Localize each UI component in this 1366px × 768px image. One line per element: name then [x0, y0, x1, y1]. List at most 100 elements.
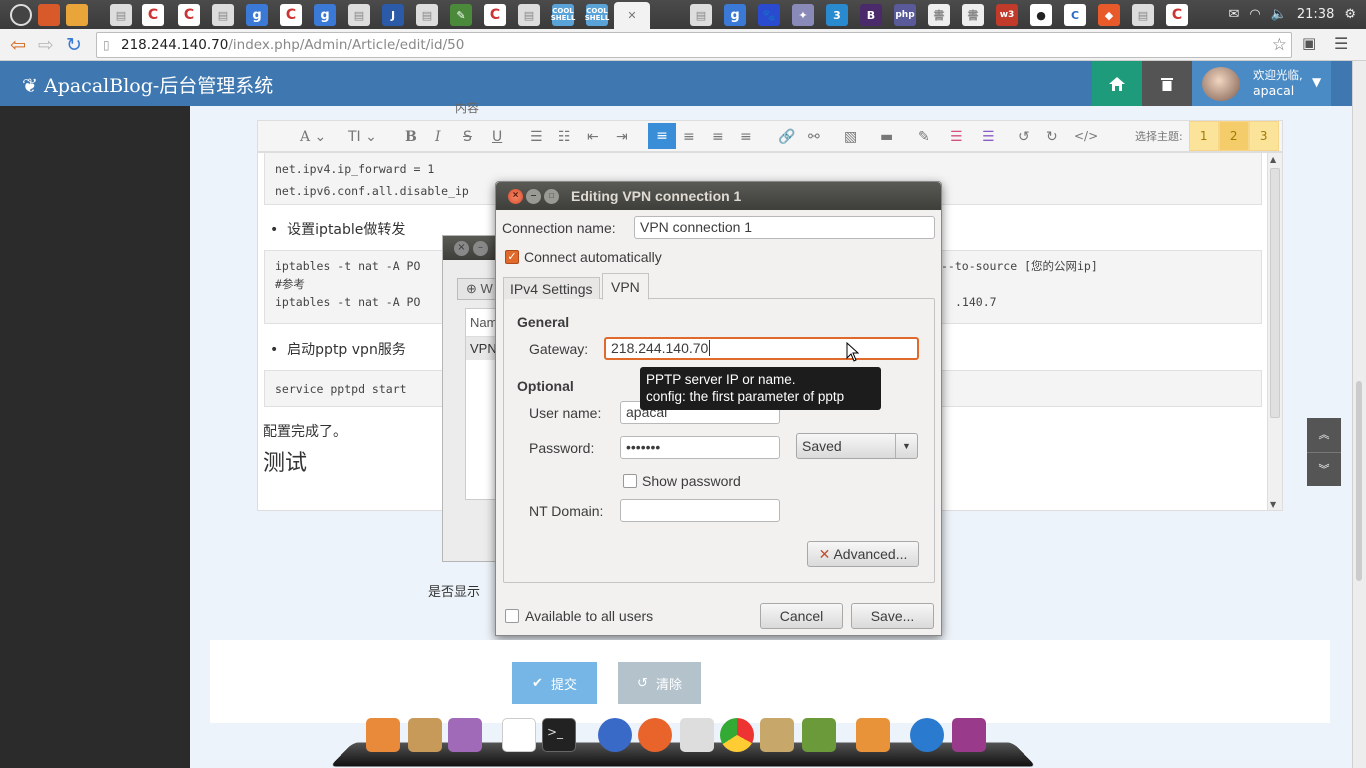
underline-icon[interactable]: U [492, 129, 502, 145]
outdent-icon[interactable]: ⇤ [587, 129, 599, 145]
browser-tab[interactable]: ● [1030, 4, 1052, 26]
browser-tab[interactable]: 書 [962, 4, 984, 26]
strikethrough-icon[interactable]: S [463, 129, 472, 145]
user-menu[interactable]: 欢迎光临, apacal ▼ [1192, 61, 1331, 106]
brand-logo[interactable]: ❦ ApacalBlog-后台管理系统 [22, 71, 273, 98]
browser-tab[interactable]: ✎ [450, 4, 472, 26]
advanced-button[interactable]: ✕ Advanced... [807, 541, 919, 567]
browser-tab[interactable]: C [178, 4, 200, 26]
notes-icon[interactable] [802, 718, 836, 752]
connect-automatically-label[interactable]: Connect automatically [524, 249, 662, 265]
theme-option-3[interactable]: 3 [1248, 121, 1279, 151]
theme-option-2[interactable]: 2 [1218, 121, 1249, 151]
browser-tab[interactable]: ▤ [1132, 4, 1154, 26]
source-code-icon[interactable]: </> [1074, 129, 1098, 143]
files-icon[interactable] [66, 4, 88, 26]
unlink-icon[interactable]: ⚯ [808, 129, 820, 145]
browser-tab[interactable]: 書 [928, 4, 950, 26]
password-mode-select[interactable]: Saved ▼ [796, 433, 918, 459]
bold-icon[interactable]: B [405, 129, 417, 145]
minimize-icon[interactable]: – [526, 189, 541, 204]
home-button[interactable] [1092, 61, 1142, 106]
app-launcher-icon[interactable] [38, 4, 60, 26]
firefox-icon[interactable] [638, 718, 672, 752]
edit-icon[interactable]: ✎ [918, 129, 930, 145]
browser-tab[interactable]: ▤ [212, 4, 234, 26]
browser-tab[interactable]: C [280, 4, 302, 26]
undo-icon[interactable]: ↺ [1018, 129, 1030, 145]
gateway-field[interactable]: 218.244.140.70 [604, 337, 919, 360]
page-scrollbar[interactable] [1352, 61, 1366, 768]
browser-tab[interactable]: C [484, 4, 506, 26]
menu-icon[interactable]: ☰ [1334, 34, 1348, 53]
browser-tab[interactable]: ◆ [1098, 4, 1120, 26]
accessibility-icon[interactable] [910, 718, 944, 752]
scroll-down-icon[interactable]: ▼ [1270, 500, 1276, 509]
url-input[interactable]: ▯ 218.244.140.70/index.php/Admin/Article… [96, 32, 1292, 58]
all-users-checkbox[interactable] [505, 609, 519, 623]
link-icon[interactable]: 🔗 [778, 129, 795, 145]
browser-tab[interactable]: COOL SHELL [585, 4, 609, 26]
align-right-icon[interactable]: ≡ [712, 129, 724, 145]
submit-button[interactable]: ✔ 提交 [512, 662, 597, 704]
thunderbird-icon[interactable] [598, 718, 632, 752]
ubuntu-logo-icon[interactable] [10, 4, 32, 26]
chrome-icon[interactable] [720, 718, 754, 752]
browser-tab[interactable]: 🐾 [758, 4, 780, 26]
browser-tab[interactable]: ▤ [690, 4, 712, 26]
reload-icon[interactable]: ↻ [66, 34, 82, 56]
cancel-button[interactable]: Cancel [760, 603, 843, 629]
maximize-icon[interactable]: □ [544, 189, 559, 204]
minimize-icon[interactable]: – [473, 241, 488, 256]
scroll-bottom-icon[interactable]: ︾ [1307, 452, 1341, 486]
browser-tab[interactable]: g [314, 4, 336, 26]
align-justify-icon[interactable]: ≡ [740, 129, 752, 145]
indent-icon[interactable]: ⇥ [616, 129, 628, 145]
browser-tab[interactable]: ▤ [518, 4, 540, 26]
browser-tab[interactable]: B [860, 4, 882, 26]
scroll-up-icon[interactable]: ▲ [1270, 155, 1276, 164]
font-size-icon[interactable]: TI ⌄ [348, 129, 377, 145]
editor-scrollbar-thumb[interactable] [1270, 168, 1280, 418]
align-center-icon[interactable]: ≡ [683, 129, 695, 145]
tab-ipv4-settings[interactable]: IPv4 Settings [503, 277, 600, 299]
browser-tab[interactable]: w3 [996, 4, 1018, 26]
image-icon[interactable]: ▧ [844, 129, 857, 145]
backup-icon[interactable] [856, 718, 890, 752]
browser-tab[interactable]: 3 [826, 4, 848, 26]
show-password-label[interactable]: Show password [642, 473, 741, 489]
browser-tab[interactable]: ▤ [416, 4, 438, 26]
numbered-list-icon[interactable]: ☷ [558, 129, 571, 145]
workspace-icon[interactable] [952, 718, 986, 752]
show-password-checkbox[interactable] [623, 474, 637, 488]
browser-tab[interactable]: g [246, 4, 268, 26]
close-icon[interactable]: × [508, 189, 523, 204]
text-editor-icon[interactable] [502, 718, 536, 752]
theme-palette-icon[interactable]: ☰ [950, 129, 963, 145]
folder-icon[interactable] [366, 718, 400, 752]
browser-tab[interactable]: COOL SHELL [551, 4, 575, 26]
dialog-titlebar[interactable]: × – □ Editing VPN connection 1 [496, 182, 941, 210]
connect-automatically-checkbox[interactable]: ✓ [505, 250, 519, 264]
folder-icon[interactable]: ▬ [880, 129, 893, 145]
browser-tab[interactable]: C [1166, 4, 1188, 26]
redo-icon[interactable]: ↻ [1046, 129, 1058, 145]
save-button[interactable]: Save... [851, 603, 934, 629]
browser-tab[interactable]: php [894, 4, 916, 26]
trash-button[interactable] [1142, 61, 1192, 106]
reset-button[interactable]: ↺ 清除 [618, 662, 701, 704]
browser-tab[interactable]: ✦ [792, 4, 814, 26]
connection-name-field[interactable]: VPN connection 1 [634, 216, 935, 239]
browser-tab[interactable]: ▤ [348, 4, 370, 26]
back-arrow-icon[interactable]: ⇦ [10, 34, 26, 56]
scroll-top-icon[interactable]: ︽ [1307, 418, 1341, 452]
bookmark-star-icon[interactable]: ☆ [1272, 33, 1287, 57]
puzzle-icon[interactable] [448, 718, 482, 752]
package-icon[interactable] [408, 718, 442, 752]
password-field[interactable]: ••••••• [620, 436, 780, 459]
forward-arrow-icon[interactable]: ⇨ [38, 34, 54, 56]
font-color-icon[interactable]: A ⌄ [300, 129, 326, 145]
italic-icon[interactable]: I [435, 129, 441, 145]
browser-tab[interactable]: C [142, 4, 164, 26]
page-scrollbar-thumb[interactable] [1356, 381, 1362, 581]
